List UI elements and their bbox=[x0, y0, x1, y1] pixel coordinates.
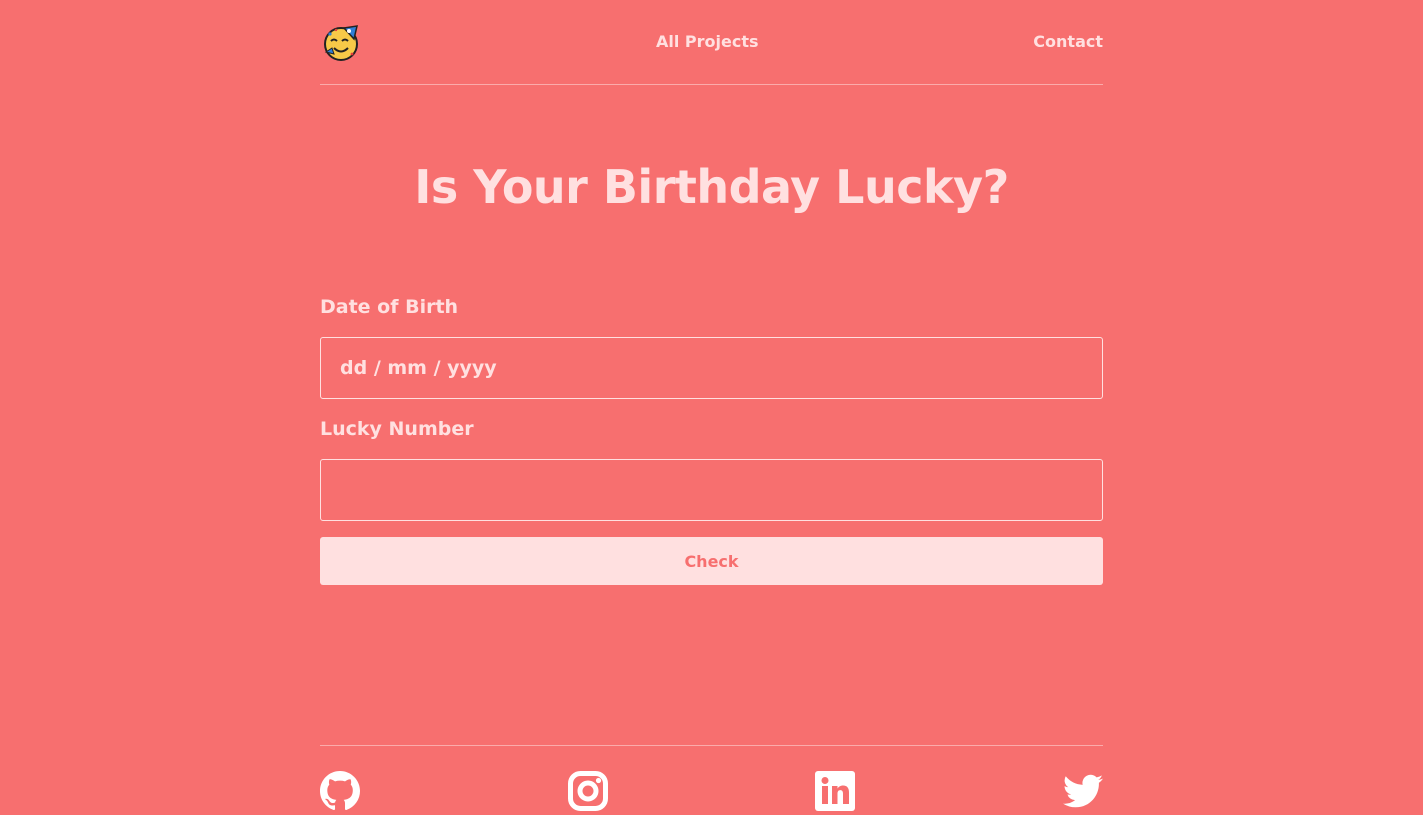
home-logo-link[interactable] bbox=[322, 24, 360, 62]
lucky-number-label: Lucky Number bbox=[320, 418, 474, 440]
page-title: Is Your Birthday Lucky? bbox=[414, 160, 1009, 214]
navbar: All Projects Contact bbox=[320, 0, 1103, 85]
date-of-birth-input[interactable] bbox=[320, 337, 1103, 399]
github-link[interactable] bbox=[320, 771, 360, 811]
twitter-link[interactable] bbox=[1063, 771, 1103, 811]
nav-all-projects-link[interactable]: All Projects bbox=[656, 32, 759, 51]
instagram-icon bbox=[568, 771, 608, 811]
date-of-birth-label: Date of Birth bbox=[320, 296, 459, 318]
instagram-link[interactable] bbox=[568, 771, 608, 811]
party-face-emoji-icon bbox=[324, 25, 358, 61]
linkedin-icon bbox=[815, 771, 855, 811]
twitter-icon bbox=[1063, 774, 1103, 808]
github-icon bbox=[320, 771, 360, 811]
check-button[interactable]: Check bbox=[320, 537, 1103, 585]
footer bbox=[320, 745, 1103, 815]
linkedin-link[interactable] bbox=[815, 771, 855, 811]
lucky-number-input[interactable] bbox=[320, 459, 1103, 521]
nav-contact-link[interactable]: Contact bbox=[1033, 32, 1103, 51]
